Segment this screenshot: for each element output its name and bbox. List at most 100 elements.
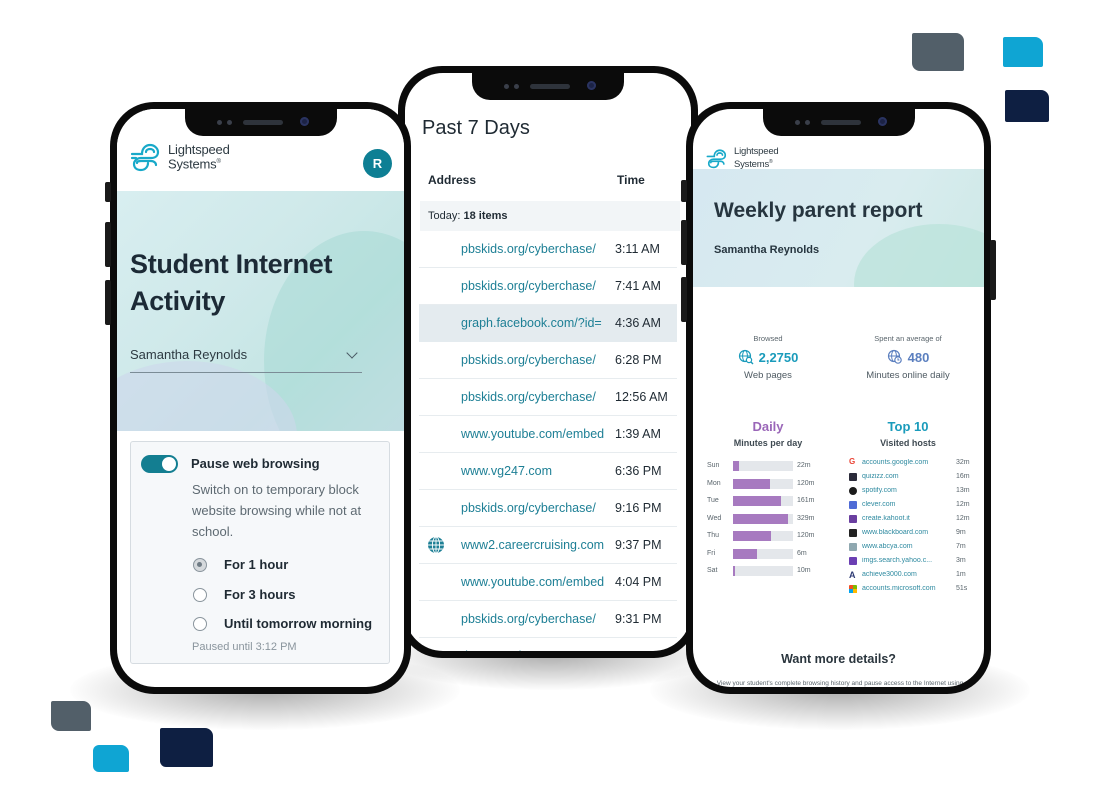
host-row[interactable]: create.kahoot.it 12m [849,513,977,527]
history-address-link[interactable]: pbskids.org/cyberchase/ [461,242,605,256]
history-address-link[interactable]: docs.google.com [461,649,605,651]
history-time: 4:36 AM [615,316,661,330]
radio-option-1-hour[interactable]: For 1 hour [193,557,288,572]
history-row[interactable]: pbskids.org/cyberchase/3:11 AM [419,231,677,268]
kahoot-icon [849,515,857,523]
column-header-time[interactable]: Time [617,173,645,187]
history-row[interactable]: www.vg247.com 6:36 PM [419,453,677,490]
phone-side-button [105,222,111,267]
microsoft-icon [849,585,857,593]
host-name[interactable]: clever.com [862,501,952,508]
radio-button[interactable] [193,587,207,602]
decorative-square-slate-top [912,33,964,71]
daily-value-label: 10m [797,567,811,574]
host-row[interactable]: spotify.com 13m [849,485,977,499]
page-title: Student Internet Activity [130,249,333,316]
history-row[interactable]: docs.google.com 7:00 AM [419,638,677,651]
history-address-link[interactable]: graph.facebook.com/?id= [461,316,605,330]
host-name[interactable]: accounts.microsoft.com [862,585,952,592]
host-name[interactable]: create.kahoot.it [862,515,952,522]
daily-value-label: 120m [797,532,815,539]
host-row[interactable]: clever.com 12m [849,499,977,513]
history-time: 7:41 AM [615,279,661,293]
host-name[interactable]: www.abcya.com [862,543,952,550]
history-address-link[interactable]: www2.careercruising.com [461,538,605,552]
student-select-dropdown[interactable]: Samantha Reynolds [130,343,362,373]
user-avatar[interactable]: R [363,149,392,178]
day-label: Sun [707,462,720,469]
radio-button-checked[interactable] [193,557,207,572]
globe-clock-icon [887,349,902,364]
decorative-square-navy-bottom [160,728,213,767]
lightspeed-logo[interactable]: Lightspeed Systems® [130,142,230,172]
column-header-address[interactable]: Address [428,173,476,187]
host-name[interactable]: accounts.google.com [862,459,952,466]
day-label: Wed [707,514,722,522]
history-address-link[interactable]: pbskids.org/cyberchase/ [461,612,605,626]
host-name[interactable]: imgs.search.yahoo.c... [862,557,952,564]
history-row[interactable]: pbskids.org/cyberchase/9:31 PM [419,601,677,638]
history-address-link[interactable]: www.youtube.com/embed [461,427,605,441]
history-address-link[interactable]: www.vg247.com [461,464,605,478]
average-minutes: 480 [907,349,930,365]
history-row[interactable]: graph.facebook.com/?id= 4:36 AM [419,305,677,342]
history-time: 12:56 AM [615,390,668,404]
host-name[interactable]: quizizz.com [862,473,952,480]
host-row[interactable]: imgs.search.yahoo.c... 3m [849,555,977,569]
google-icon: G [849,457,856,466]
daily-value-label: 6m [797,549,807,557]
pause-browsing-toggle[interactable] [141,455,178,473]
daily-bar [733,566,735,576]
host-name[interactable]: www.blackboard.com [862,529,952,536]
history-row[interactable]: www2.careercruising.com 9:37 PM [419,527,677,564]
history-time: 6:36 PM [615,464,662,478]
history-address-link[interactable]: pbskids.org/cyberchase/ [461,390,605,404]
achieve3000-icon: A [849,570,856,580]
history-address-link[interactable]: www.youtube.com/embed [461,575,605,589]
daily-bar [733,496,781,506]
daily-bar-track [733,513,793,524]
brand-name: Lightspeed Systems® [168,142,230,172]
history-time: 1:39 AM [615,427,661,441]
host-row[interactable]: Aachieve3000.com 1m [849,569,977,583]
host-row[interactable]: accounts.microsoft.com 51s [849,583,977,597]
daily-bar-row: Sat 10m [707,564,827,582]
top-hosts-list: Gaccounts.google.com 32m quizizz.com 16m spo… [849,457,977,597]
history-time: 6:28 PM [615,353,662,367]
history-time: 4:04 PM [615,575,662,589]
history-time: 9:16 PM [615,501,662,515]
radio-option-until-tomorrow[interactable]: Until tomorrow morning [193,616,372,631]
history-address-link[interactable]: pbskids.org/cyberchase/ [461,353,605,367]
host-name[interactable]: spotify.com [862,487,952,494]
history-row[interactable]: pbskids.org/cyberchase/9:16 PM [419,490,677,527]
phone-notch [472,73,624,100]
daily-bar-row: Wed 329m [707,512,827,530]
lightspeed-logo[interactable]: Lightspeed Systems® [706,147,779,170]
radio-option-3-hours[interactable]: For 3 hours [193,587,296,602]
day-label: Thu [707,532,720,539]
lightspeed-logo-icon [130,143,160,172]
host-time: 12m [956,501,970,508]
host-row[interactable]: quizizz.com 16m [849,471,977,485]
phone-side-button [105,182,111,202]
phone-screen: Lightspeed Systems® R Student Internet A… [117,109,404,687]
history-address-link[interactable]: pbskids.org/cyberchase/ [461,501,605,515]
history-row[interactable]: pbskids.org/cyberchase/7:41 AM [419,268,677,305]
quizizz-icon [849,473,857,481]
radio-button[interactable] [193,616,207,631]
daily-bar [733,531,772,541]
history-row[interactable]: pbskids.org/cyberchase/12:56 AM [419,379,677,416]
history-row[interactable]: www.youtube.com/embed 4:04 PM [419,564,677,601]
host-row[interactable]: www.blackboard.com 9m [849,527,977,541]
host-name[interactable]: achieve3000.com [862,571,952,578]
history-row[interactable]: www.youtube.com/embed 1:39 AM [419,416,677,453]
host-row[interactable]: Gaccounts.google.com 32m [849,457,977,471]
host-time: 3m [956,557,966,564]
day-label: Tue [707,497,719,504]
history-row[interactable]: pbskids.org/cyberchase/6:28 PM [419,342,677,379]
host-row[interactable]: www.abcya.com 7m [849,541,977,555]
decorative-square-cyan-bottom [93,745,129,772]
history-address-link[interactable]: pbskids.org/cyberchase/ [461,279,605,293]
spotify-icon [849,487,857,495]
student-select-value: Samantha Reynolds [130,347,248,362]
